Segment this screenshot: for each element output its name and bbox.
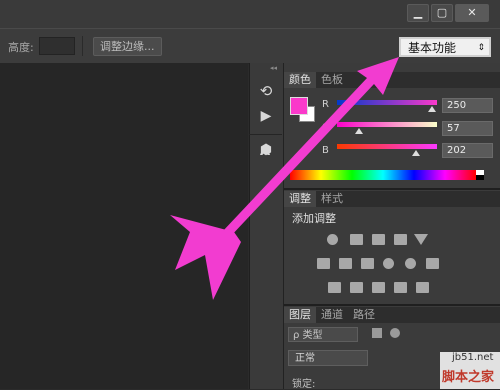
annotation-arrow <box>170 57 399 300</box>
